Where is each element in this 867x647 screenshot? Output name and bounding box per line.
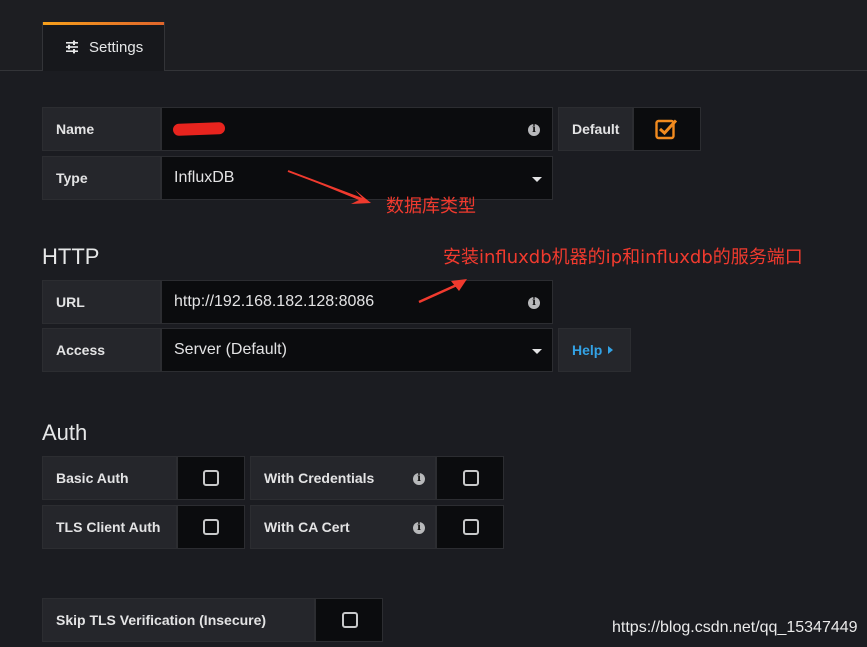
checkbox-box	[203, 519, 219, 535]
chevron-down-icon	[532, 349, 542, 354]
url-value: http://192.168.182.128:8086	[174, 293, 375, 310]
redaction-mark	[172, 122, 226, 136]
caret-right-icon	[608, 346, 614, 354]
tls-client-auth-label: TLS Client Auth	[42, 505, 177, 549]
tls-client-auth-checkbox[interactable]	[177, 505, 245, 549]
checkmark-icon	[655, 119, 678, 140]
basic-auth-checkbox[interactable]	[177, 456, 245, 500]
help-button[interactable]: Help	[558, 328, 631, 372]
with-credentials-label: With Credentials i	[250, 456, 436, 500]
basic-auth-label: Basic Auth	[42, 456, 177, 500]
chevron-down-icon	[532, 177, 542, 182]
url-input[interactable]: http://192.168.182.128:8086 i	[161, 280, 553, 324]
http-section-title: HTTP	[42, 244, 100, 269]
info-icon[interactable]: i	[528, 297, 540, 309]
install-note-annotation: 安装influxdb机器的ip和influxdb的服务端口	[443, 247, 803, 268]
name-label: Name	[42, 107, 161, 151]
with-ca-cert-text: With CA Cert	[264, 519, 350, 535]
sliders-icon	[66, 40, 78, 54]
db-type-annotation: 数据库类型	[386, 196, 476, 217]
checkbox-box	[203, 470, 219, 486]
info-icon[interactable]: i	[413, 473, 425, 485]
tab-label: Settings	[89, 39, 144, 56]
name-input[interactable]: i	[161, 107, 553, 151]
checkbox-box	[342, 612, 358, 628]
access-value: Server (Default)	[174, 341, 287, 358]
checkbox-box	[463, 470, 479, 486]
default-label: Default	[558, 107, 633, 151]
access-select[interactable]: Server (Default)	[161, 328, 553, 372]
url-label: URL	[42, 280, 161, 324]
type-label: Type	[42, 156, 161, 200]
skip-tls-label: Skip TLS Verification (Insecure)	[42, 598, 315, 642]
info-icon[interactable]: i	[413, 522, 425, 534]
with-credentials-text: With Credentials	[264, 470, 375, 486]
skip-tls-checkbox[interactable]	[315, 598, 383, 642]
info-icon[interactable]: i	[528, 124, 540, 136]
annotation-arrow-icon	[418, 279, 467, 304]
access-label: Access	[42, 328, 161, 372]
with-credentials-checkbox[interactable]	[436, 456, 504, 500]
tab-settings[interactable]: Settings	[42, 22, 165, 71]
with-ca-cert-checkbox[interactable]	[436, 505, 504, 549]
annotation-arrow-icon	[287, 170, 371, 204]
with-ca-cert-label: With CA Cert i	[250, 505, 436, 549]
auth-section-title: Auth	[42, 420, 88, 445]
checkbox-box	[463, 519, 479, 535]
help-label: Help	[572, 342, 603, 358]
type-value: InfluxDB	[174, 169, 235, 186]
watermark: https://blog.csdn.net/qq_15347449	[612, 619, 858, 636]
default-checkbox[interactable]	[633, 107, 701, 151]
